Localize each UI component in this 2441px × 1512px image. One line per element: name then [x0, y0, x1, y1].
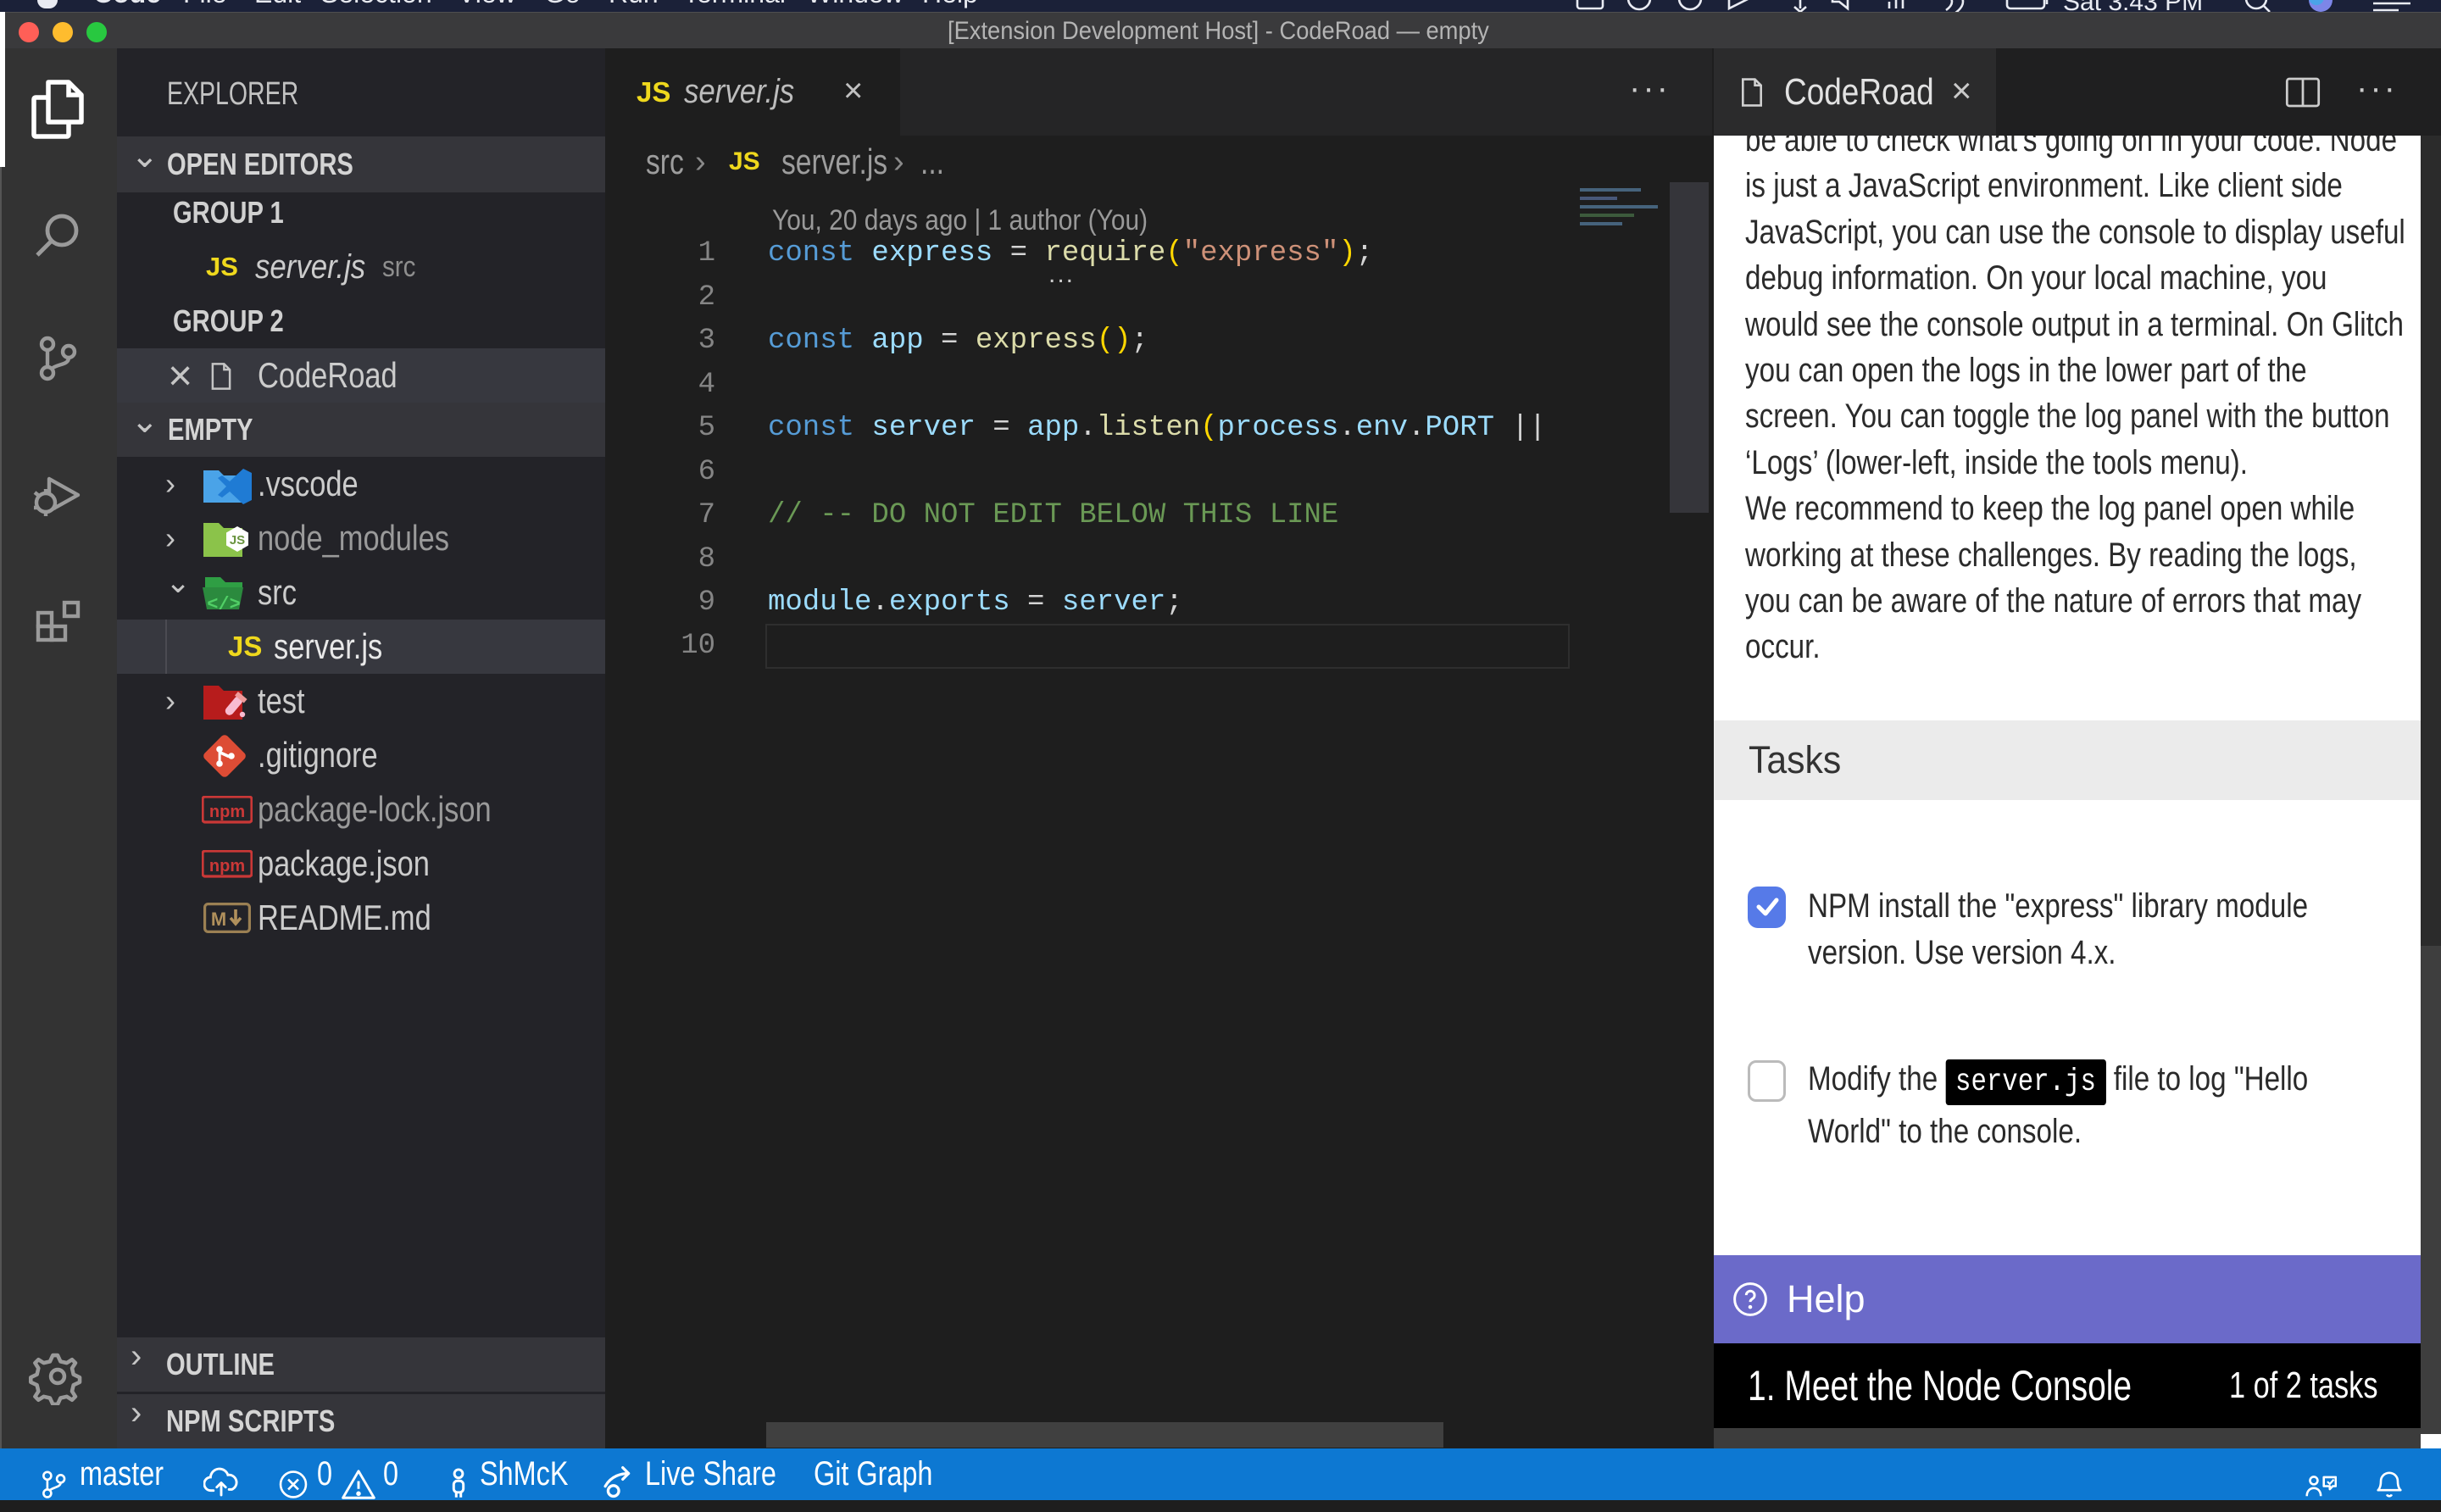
- svg-text:Sat 3:43 PM: Sat 3:43 PM: [2063, 0, 2203, 12]
- svg-text:M: M: [211, 909, 226, 930]
- svg-text:JS: JS: [230, 533, 245, 548]
- svg-text:npm: npm: [209, 857, 245, 876]
- svg-text:npm: npm: [209, 803, 245, 821]
- svg-text:</>: </>: [207, 594, 241, 614]
